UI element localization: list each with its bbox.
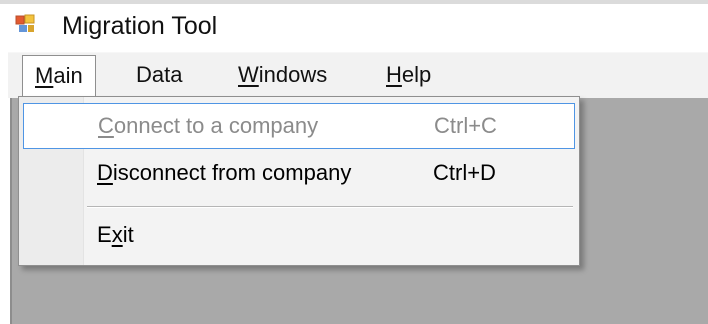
menu-item-mnemonic: x: [111, 222, 123, 247]
menu-help-label-rest: elp: [401, 62, 432, 87]
menu-main-label-rest: ain: [53, 63, 83, 88]
menu-item-label: Disconnect from company: [97, 151, 351, 195]
menu-item-label-rest: it: [122, 222, 134, 247]
main-menu-dropdown: Connect to a company Ctrl+C Disconnect f…: [18, 96, 580, 266]
menu-item-shortcut: Ctrl+C: [434, 113, 497, 138]
menu-item-shortcut: Ctrl+D: [433, 160, 496, 185]
menu-data-label: Data: [136, 62, 183, 87]
application-window: Migration Tool Main Data Windows Help Co…: [0, 0, 708, 324]
menu-item-label-prefix: E: [97, 222, 112, 247]
window-title: Migration Tool: [62, 12, 218, 40]
menu-data[interactable]: Data: [124, 55, 194, 99]
menu-windows[interactable]: Windows: [226, 55, 339, 99]
menu-bar: Main Data Windows Help: [8, 52, 708, 101]
menu-item-label-rest: onnect to a company: [113, 113, 319, 138]
menu-help-mnemonic: H: [386, 62, 402, 87]
menu-separator: [87, 206, 573, 207]
menu-item-label: Connect to a company: [98, 104, 318, 148]
menu-item-mnemonic: D: [97, 160, 113, 185]
menu-item-label: Exit: [97, 213, 134, 257]
menu-windows-label-rest: indows: [258, 62, 328, 87]
menu-main-mnemonic: M: [35, 63, 54, 88]
menu-item-connect-to-company[interactable]: Connect to a company Ctrl+C: [23, 103, 575, 149]
menu-main[interactable]: Main: [22, 55, 96, 101]
menu-item-exit[interactable]: Exit: [23, 213, 575, 259]
menu-help[interactable]: Help: [374, 55, 443, 99]
menu-windows-mnemonic: W: [238, 62, 259, 87]
title-bar: Migration Tool: [0, 4, 708, 44]
application-window-icon: [14, 14, 36, 34]
menu-item-disconnect-from-company[interactable]: Disconnect from company Ctrl+D: [23, 151, 575, 197]
menu-item-mnemonic: C: [98, 113, 114, 138]
menu-item-label-rest: isconnect from company: [112, 160, 352, 185]
